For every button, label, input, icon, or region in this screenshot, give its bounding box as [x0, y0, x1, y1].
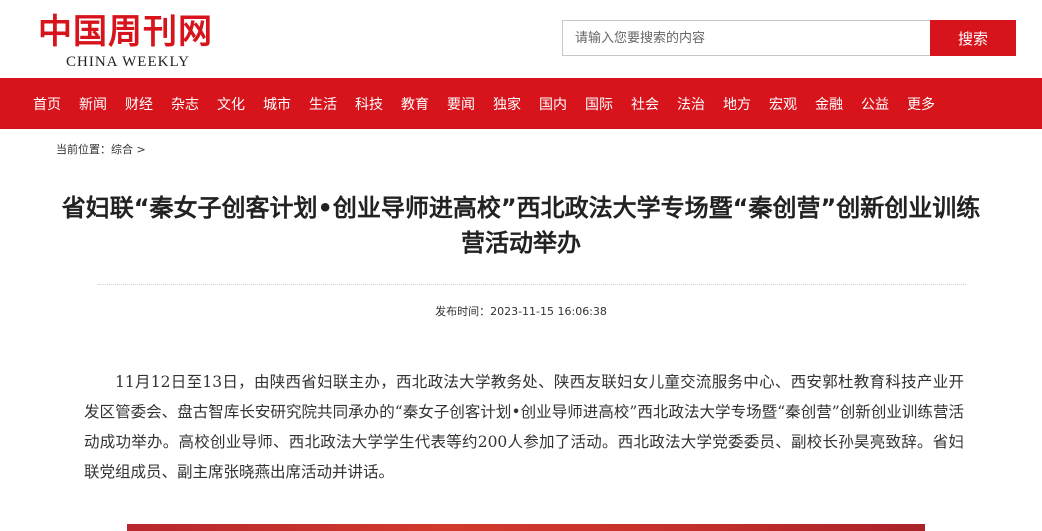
nav-item-local[interactable]: 地方: [714, 94, 760, 114]
nav-item-headlines[interactable]: 要闻: [438, 94, 484, 114]
nav-item-life[interactable]: 生活: [300, 94, 346, 114]
nav-item-macro[interactable]: 宏观: [760, 94, 806, 114]
nav-item-education[interactable]: 教育: [392, 94, 438, 114]
title-divider: [98, 284, 966, 285]
nav-item-news[interactable]: 新闻: [70, 94, 116, 114]
nav-item-charity[interactable]: 公益: [852, 94, 898, 114]
main-nav: 首页 新闻 财经 杂志 文化 城市 生活 科技 教育 要闻 独家 国内 国际 社…: [0, 78, 1042, 129]
search-box: 搜索: [562, 20, 1016, 56]
nav-item-domestic[interactable]: 国内: [530, 94, 576, 114]
nav-item-law[interactable]: 法治: [668, 94, 714, 114]
article-image: [127, 524, 925, 531]
nav-item-banking[interactable]: 金融: [806, 94, 852, 114]
logo-english: CHINA WEEKLY: [66, 54, 190, 70]
publish-time: 发布时间：2023-11-15 16:06:38: [435, 305, 607, 318]
article-paragraph: 11月12日至13日，由陕西省妇联主办，西北政法大学教务处、陕西友联妇女儿童交流…: [84, 373, 964, 481]
nav-item-home[interactable]: 首页: [0, 94, 70, 114]
logo-chinese: 中国周刊网: [38, 12, 213, 52]
breadcrumb-item[interactable]: 综合: [111, 143, 133, 156]
article-title: 省妇联“秦女子创客计划•创业导师进高校”西北政法大学专场暨“秦创营”创新创业训练…: [61, 194, 981, 257]
nav-item-tech[interactable]: 科技: [346, 94, 392, 114]
nav-item-exclusive[interactable]: 独家: [484, 94, 530, 114]
nav-item-society[interactable]: 社会: [622, 94, 668, 114]
breadcrumb: 当前位置：综合 >: [56, 141, 146, 157]
nav-item-finance[interactable]: 财经: [116, 94, 162, 114]
site-header: 中国周刊网 CHINA WEEKLY 搜索: [0, 0, 1042, 78]
search-button[interactable]: 搜索: [930, 20, 1016, 56]
search-input[interactable]: [563, 21, 930, 55]
nav-item-magazine[interactable]: 杂志: [162, 94, 208, 114]
nav-item-international[interactable]: 国际: [576, 94, 622, 114]
nav-item-culture[interactable]: 文化: [208, 94, 254, 114]
breadcrumb-separator: >: [136, 143, 146, 156]
breadcrumb-prefix: 当前位置：: [56, 143, 111, 156]
nav-item-more[interactable]: 更多: [898, 94, 944, 114]
site-logo[interactable]: 中国周刊网 CHINA WEEKLY: [38, 12, 228, 70]
nav-item-city[interactable]: 城市: [254, 94, 300, 114]
